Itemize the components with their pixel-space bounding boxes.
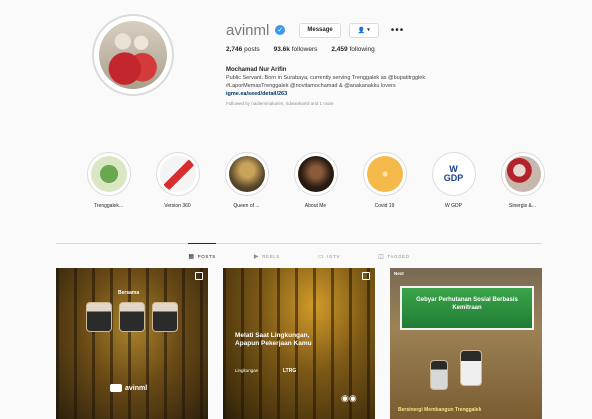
chevron-down-icon: ▾ [367, 27, 370, 33]
post-badge: Next [394, 271, 404, 276]
highlight-label: Trenggalek... [94, 203, 123, 209]
highlight-cover [504, 156, 541, 192]
following-count[interactable]: 2,459 following [331, 46, 374, 53]
highlight-ring[interactable] [224, 152, 269, 196]
highlight-item[interactable]: About Me [281, 152, 350, 209]
full-name: Mochamad Nur Arifin [226, 67, 287, 73]
tab-label: REELS [262, 254, 280, 259]
highlight-item[interactable]: Trenggalek... [74, 152, 143, 209]
reels-icon: ▶ [253, 254, 260, 260]
speaker-photo [86, 302, 112, 332]
person-icon: 👤 [357, 27, 366, 34]
highlight-ring[interactable] [362, 152, 407, 196]
story-highlights: Trenggalek... Version 360 Queen of ... A… [74, 152, 557, 209]
post-thumbnail[interactable]: Next Gebyar Perhutanan Sosial Berbasis K… [390, 268, 542, 419]
profile-bio: Mochamad Nur Arifin Public Servant. Born… [226, 66, 526, 108]
highlight-item[interactable]: Version 360 [143, 152, 212, 209]
tab-reels[interactable]: ▶ REELS [254, 244, 280, 260]
tab-label: IGTV [327, 254, 341, 259]
highlight-label: W GDP [445, 203, 462, 209]
verified-badge-icon: ✓ [275, 25, 286, 35]
avatar[interactable] [99, 21, 167, 89]
followers-count[interactable]: 93.6k followers [274, 46, 318, 53]
bio-line: Public Servant. Born in Surabaya, curren… [226, 75, 426, 81]
profile-header: avinml ✓ Message 👤 ▾ ••• 2,746 posts 93.… [0, 0, 592, 130]
highlight-ring[interactable]: W GDP [431, 152, 476, 196]
speaker-photo [119, 302, 145, 332]
highlight-item[interactable]: Covid 19 [350, 152, 419, 209]
highlight-ring[interactable] [155, 152, 200, 196]
worker-figure [430, 360, 448, 390]
profile-tabs: ▦ POSTS ▶ REELS ▭ IGTV ◫ TAGGED [56, 243, 542, 260]
highlight-ring[interactable] [86, 152, 131, 196]
more-options-icon[interactable]: ••• [391, 25, 405, 36]
worker-figure [460, 350, 482, 386]
channel-name: avinml [125, 384, 148, 392]
highlight-cover [90, 156, 127, 192]
speaker-photo [152, 302, 178, 332]
highlight-cover [297, 156, 334, 192]
highlight-cover-text: W GDP [443, 164, 464, 183]
post-thumbnail[interactable]: Bersama avinml [56, 268, 208, 419]
highlight-item[interactable]: Queen of ... [212, 152, 281, 209]
highlight-label: Covid 19 [374, 203, 395, 209]
highlight-label: Sinergis &... [509, 203, 536, 209]
following-dropdown-button[interactable]: 👤 ▾ [348, 22, 379, 38]
igtv-icon: ▭ [317, 254, 325, 260]
post-caption: Bersinergi Membangun Trenggalek [398, 407, 482, 413]
bio-line: #LaporMemasTrenggalek @novitamochamad & … [226, 83, 396, 89]
tab-label: POSTS [197, 254, 216, 259]
tab-posts[interactable]: ▦ POSTS [188, 243, 216, 260]
highlight-item[interactable]: Sinergis &... [488, 152, 557, 209]
highlight-cover [366, 156, 403, 192]
youtube-icon [110, 384, 122, 392]
post-tag: Lingkungan [235, 368, 259, 373]
post-title: Bersama [118, 290, 140, 296]
profile-stats: 2,746 posts 93.6k followers 2,459 follow… [226, 46, 375, 53]
highlight-ring[interactable] [293, 152, 338, 196]
post-title: Melati Saat Lingkungan, Apapun Pekerjaan… [235, 332, 312, 347]
username-row: avinml ✓ Message 👤 ▾ ••• [226, 20, 404, 40]
followed-by-text[interactable]: Followed by nadiemmakarim, ridwankamil a… [226, 100, 526, 108]
banner-text: Gebyar Perhutanan Sosial Berbasis Kemitr… [416, 297, 518, 311]
highlight-ring[interactable] [500, 152, 545, 196]
profile-avatar-ring[interactable] [92, 14, 174, 96]
posts-grid: Bersama avinml Melati Saat Lingkungan, A… [56, 268, 542, 419]
highlight-label: Version 360 [164, 203, 191, 209]
tab-igtv[interactable]: ▭ IGTV [318, 244, 340, 260]
highlight-item[interactable]: W GDP W GDP [419, 152, 488, 209]
highlight-cover [159, 156, 196, 192]
highlight-label: Queen of ... [233, 203, 260, 209]
highlight-cover [228, 156, 265, 192]
tag-icon: ◫ [378, 254, 385, 260]
highlight-label: About Me [304, 203, 327, 209]
youtube-channel: avinml [110, 384, 147, 392]
play-icon: ◉◉ [341, 393, 357, 403]
tab-label: TAGGED [387, 254, 410, 259]
message-button[interactable]: Message [299, 22, 341, 38]
grid-icon: ▦ [188, 254, 195, 260]
post-brand: LTRG [283, 368, 297, 374]
profile-link[interactable]: igme.ea/seed/detail/263 [226, 90, 526, 98]
post-thumbnail[interactable]: Melati Saat Lingkungan, Apapun Pekerjaan… [223, 268, 375, 419]
carousel-icon [362, 272, 370, 280]
carousel-icon [195, 272, 203, 280]
highlight-cover: W GDP [435, 156, 472, 192]
username: avinml [226, 21, 270, 39]
tab-tagged[interactable]: ◫ TAGGED [378, 244, 410, 260]
posts-count: 2,746 posts [226, 46, 260, 53]
